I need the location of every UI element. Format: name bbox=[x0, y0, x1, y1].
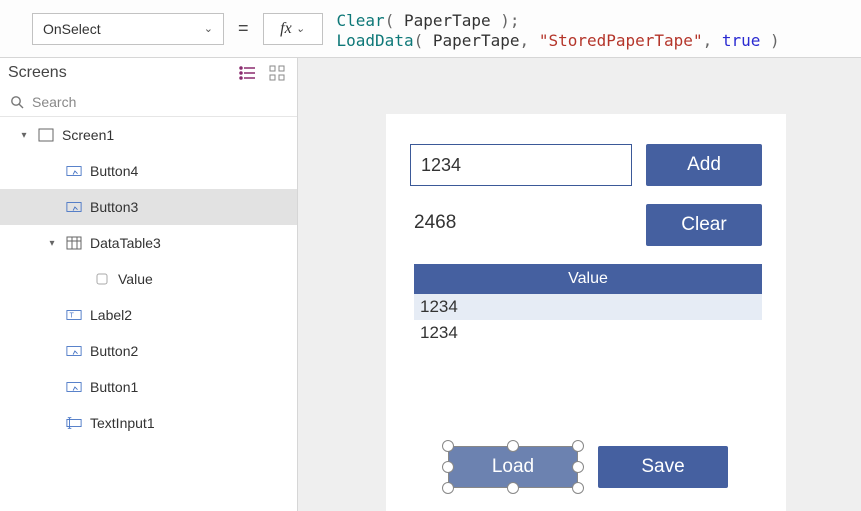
col-icon bbox=[94, 271, 110, 287]
tree-node-datatable3[interactable]: ▾ DataTable3 bbox=[0, 225, 297, 261]
tree-search[interactable] bbox=[0, 88, 297, 117]
tree-node-label: TextInput1 bbox=[90, 415, 155, 431]
tree-title: Screens bbox=[8, 64, 67, 82]
table-icon bbox=[66, 235, 82, 251]
fx-label: fx bbox=[280, 20, 292, 38]
datatable-row: 1234 bbox=[414, 320, 762, 346]
tree-header: Screens bbox=[0, 58, 297, 88]
property-name: OnSelect bbox=[43, 21, 101, 37]
svg-text:T: T bbox=[70, 312, 75, 320]
tree-node-button3[interactable]: Button3 bbox=[0, 189, 297, 225]
tree-node-label: Label2 bbox=[90, 307, 132, 323]
tree-node-value[interactable]: Value bbox=[0, 261, 297, 297]
tree-node-label: Screen1 bbox=[62, 127, 114, 143]
btn-icon bbox=[66, 379, 82, 395]
btn-icon bbox=[66, 343, 82, 359]
formula-input[interactable]: Clear( PaperTape );LoadData( PaperTape, … bbox=[337, 5, 861, 53]
tree-node-label2[interactable]: T Label2 bbox=[0, 297, 297, 333]
btn-icon bbox=[66, 199, 82, 215]
fx-button[interactable]: fx ⌄ bbox=[263, 13, 323, 45]
tree-node-label: Value bbox=[118, 271, 153, 287]
textinput-icon bbox=[66, 415, 82, 431]
load-button[interactable]: Load bbox=[448, 446, 578, 488]
textinput1[interactable] bbox=[410, 144, 632, 186]
btn-icon bbox=[66, 163, 82, 179]
property-dropdown[interactable]: OnSelect ⌄ bbox=[32, 13, 224, 45]
tree-node-screen1[interactable]: ▾ Screen1 bbox=[0, 117, 297, 153]
formula-bar: OnSelect ⌄ = fx ⌄ Clear( PaperTape );Loa… bbox=[0, 0, 861, 58]
tree-node-button4[interactable]: Button4 bbox=[0, 153, 297, 189]
tree-node-label: Button2 bbox=[90, 343, 138, 359]
datatable-header: Value bbox=[414, 264, 762, 294]
tree-node-label: Button3 bbox=[90, 199, 138, 215]
tree-list: ▾ Screen1 Button4 Button3 ▾ DataTable3 Value T L… bbox=[0, 117, 297, 441]
chevron-down-icon: ⌄ bbox=[204, 22, 213, 35]
caret-icon[interactable]: ▾ bbox=[18, 130, 30, 141]
datatable-row: 1234 bbox=[414, 294, 762, 320]
design-canvas[interactable]: AddClear2468Value12341234LoadSave bbox=[298, 58, 861, 511]
tree-grid-icon[interactable] bbox=[269, 65, 285, 81]
search-icon bbox=[10, 95, 24, 109]
save-button[interactable]: Save bbox=[598, 446, 728, 488]
tree-node-button1[interactable]: Button1 bbox=[0, 369, 297, 405]
tree-view-pane: Screens ▾ Screen1 Button4 Button3 ▾ DataTable… bbox=[0, 58, 298, 511]
label-icon: T bbox=[66, 307, 82, 323]
app-preview: AddClear2468Value12341234LoadSave bbox=[386, 114, 786, 511]
screen-icon bbox=[38, 127, 54, 143]
tree-node-label: Button1 bbox=[90, 379, 138, 395]
clear-button[interactable]: Clear bbox=[646, 204, 762, 246]
equals-sign: = bbox=[238, 18, 249, 39]
caret-icon[interactable]: ▾ bbox=[46, 238, 58, 249]
tree-node-label: DataTable3 bbox=[90, 235, 161, 251]
tree-node-textinput1[interactable]: TextInput1 bbox=[0, 405, 297, 441]
search-input[interactable] bbox=[32, 94, 287, 110]
tree-list-icon[interactable] bbox=[239, 65, 257, 81]
chevron-down-icon: ⌄ bbox=[296, 22, 305, 35]
add-button[interactable]: Add bbox=[646, 144, 762, 186]
tree-node-button2[interactable]: Button2 bbox=[0, 333, 297, 369]
label2: 2468 bbox=[414, 212, 456, 234]
tree-node-label: Button4 bbox=[90, 163, 138, 179]
datatable3: Value12341234 bbox=[414, 264, 762, 346]
